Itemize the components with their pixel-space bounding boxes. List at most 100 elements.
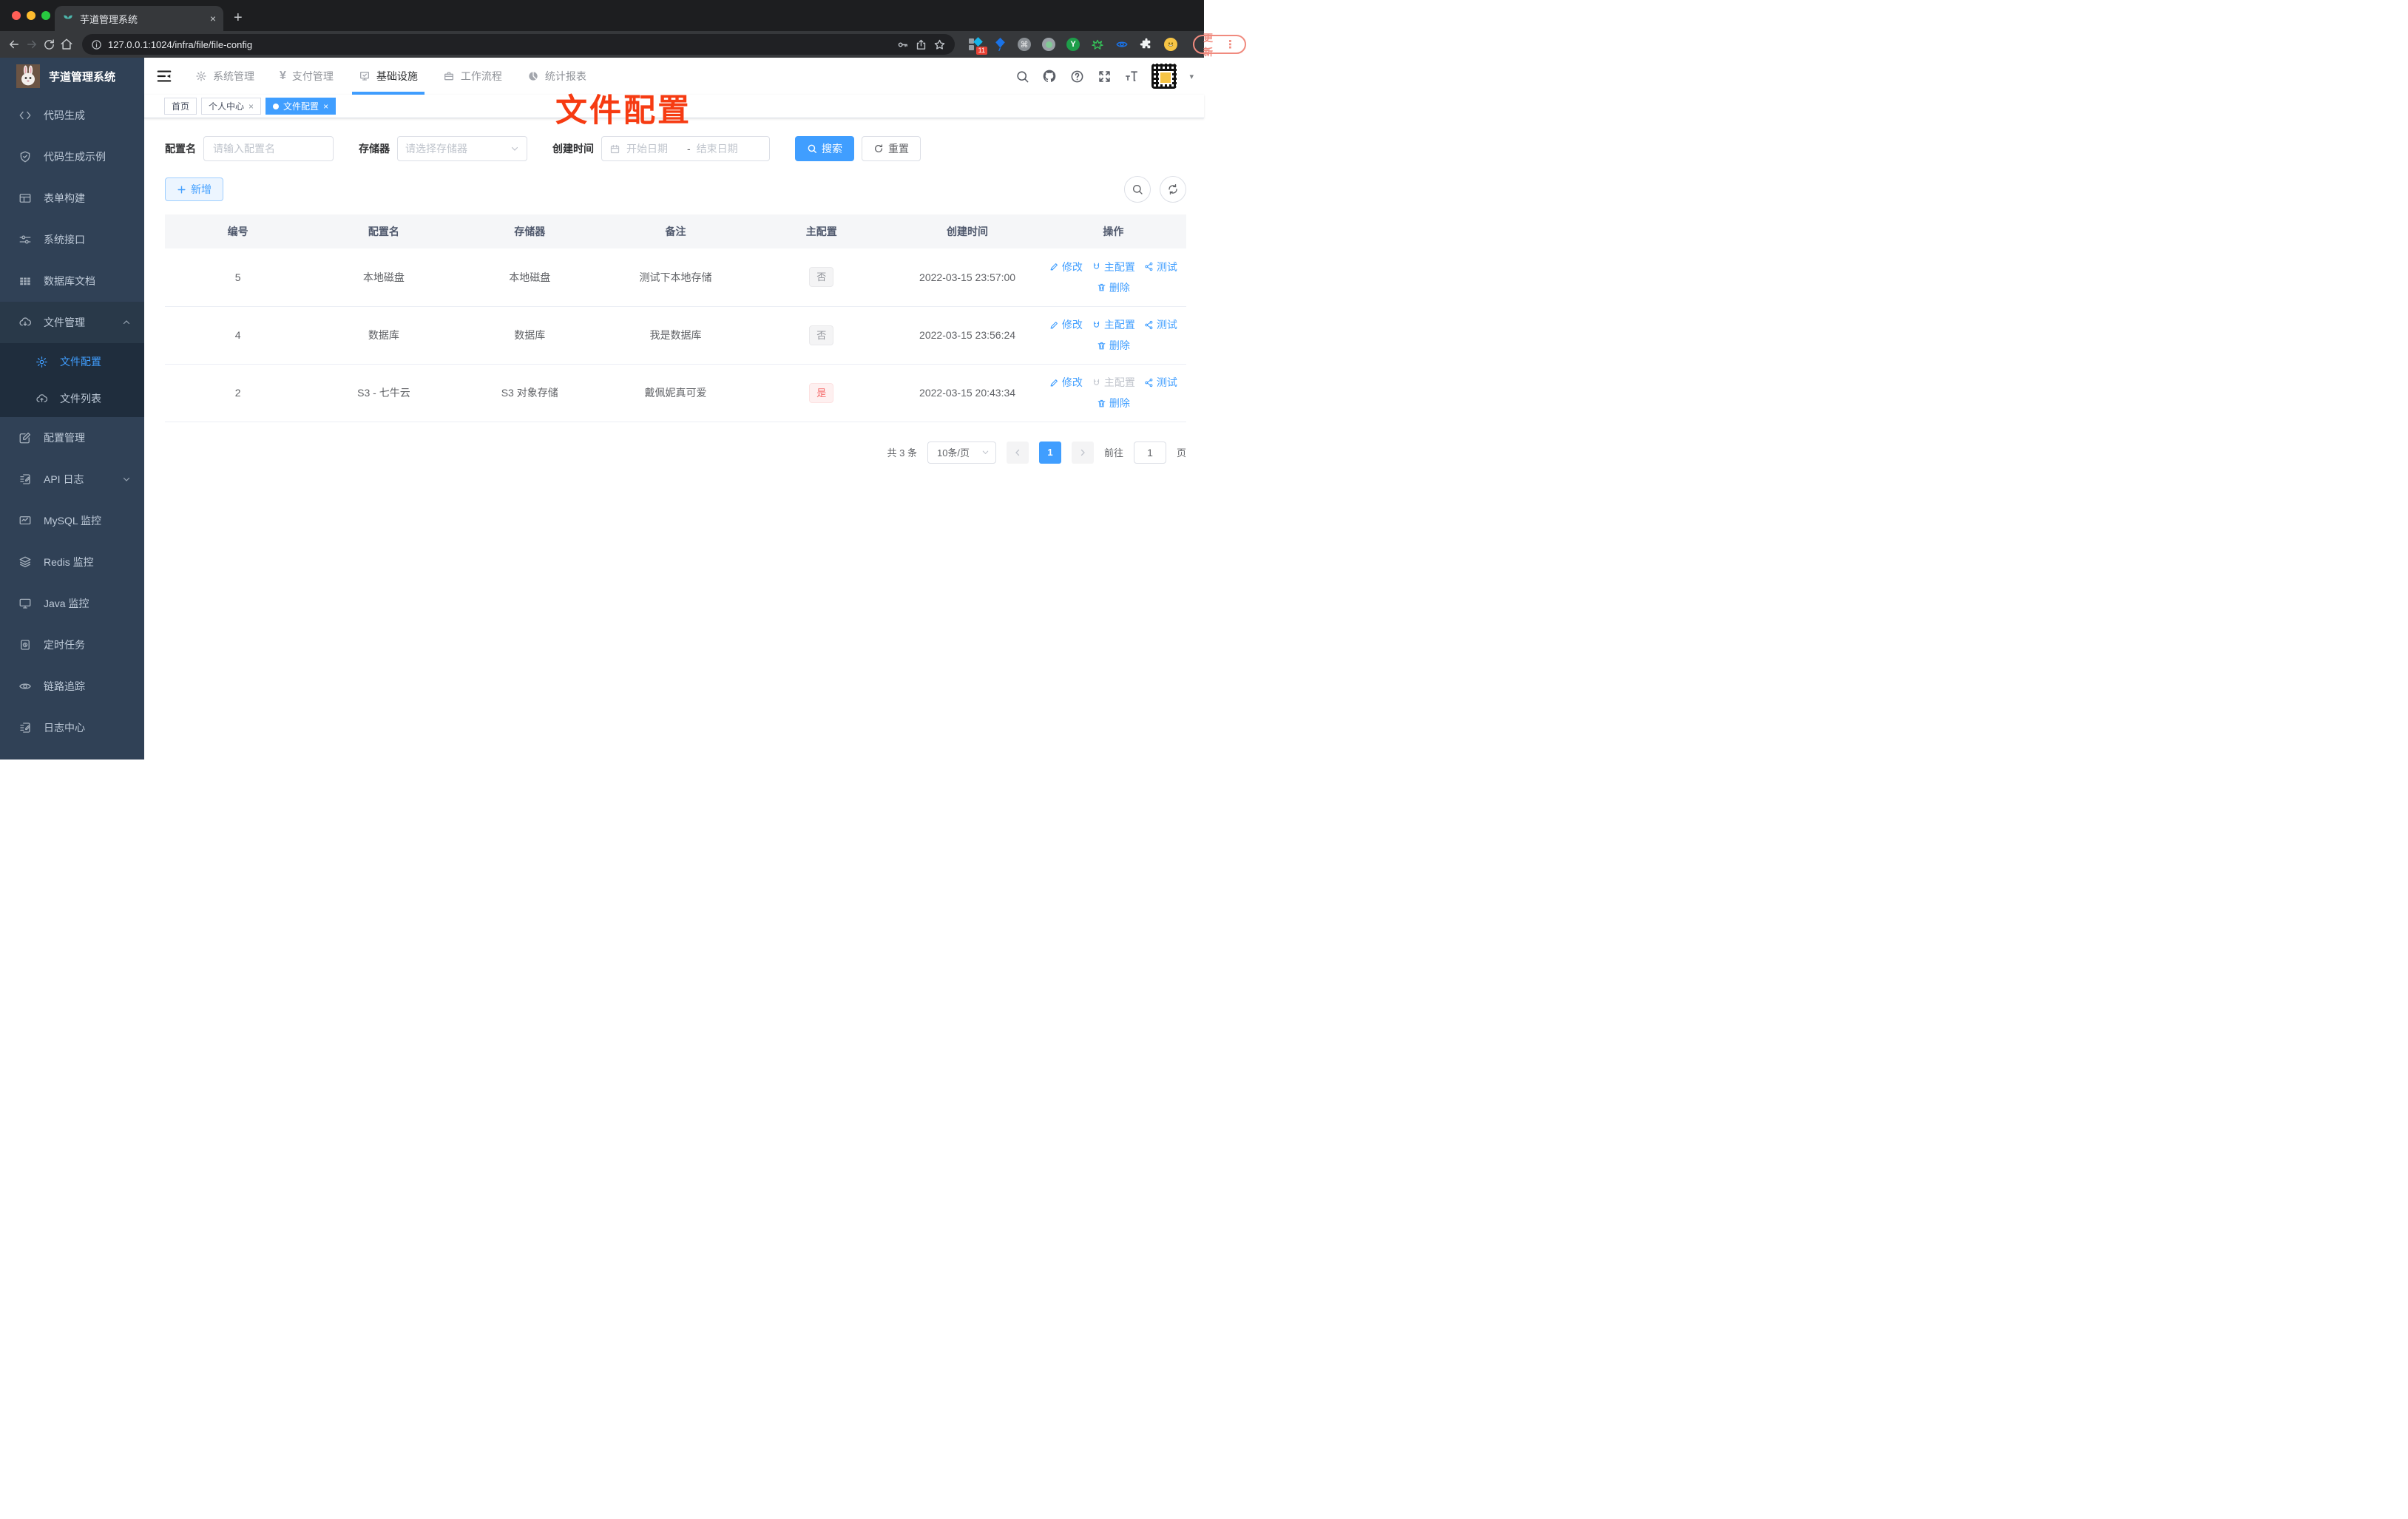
site-info-icon[interactable] — [91, 39, 102, 50]
app-title: 芋道管理系统 — [49, 70, 116, 84]
cloud-download-icon — [19, 317, 32, 326]
extensions-puzzle-icon[interactable] — [1139, 37, 1154, 52]
sidebar-item-file-management[interactable]: 文件管理 — [0, 302, 144, 343]
sidebar-item-file-config[interactable]: 文件配置 — [0, 343, 144, 380]
window-minimize-button[interactable] — [27, 11, 35, 20]
close-icon[interactable]: × — [323, 101, 328, 112]
delete-link[interactable]: 删除 — [1097, 338, 1130, 353]
extension-green-dot-icon[interactable] — [1041, 37, 1056, 52]
master-link[interactable]: 主配置 — [1092, 260, 1135, 274]
current-page-button[interactable]: 1 — [1038, 441, 1061, 464]
trash-icon — [1098, 342, 1106, 349]
date-start-input[interactable] — [626, 143, 681, 155]
date-range-picker[interactable]: - — [601, 136, 770, 161]
forward-icon[interactable] — [25, 35, 38, 54]
new-tab-button[interactable]: + — [234, 10, 243, 27]
logo-rabbit-avatar — [16, 64, 40, 88]
sidebar-item-api-log[interactable]: API 日志 — [0, 459, 144, 500]
cell-remark: 测试下本地存储 — [602, 248, 749, 307]
topnav-workflow[interactable]: 工作流程 — [430, 58, 515, 95]
extension-command-icon[interactable]: ⌘ — [1017, 37, 1032, 52]
tag-home[interactable]: 首页 — [164, 98, 197, 115]
extension-tiles-icon[interactable]: 11 — [968, 37, 987, 55]
url-text[interactable]: 127.0.0.1:1024/infra/file/file-config — [108, 39, 252, 50]
password-key-icon[interactable] — [896, 38, 909, 51]
extension-eye-icon[interactable] — [1115, 37, 1129, 52]
sidebar-item-java-monitor[interactable]: Java 监控 — [0, 583, 144, 624]
sidebar-item-form-builder[interactable]: 表单构建 — [0, 177, 144, 219]
delete-link[interactable]: 删除 — [1097, 396, 1130, 410]
sidebar-collapse-icon[interactable] — [156, 68, 172, 84]
toggle-search-button[interactable] — [1124, 176, 1151, 203]
test-link[interactable]: 测试 — [1144, 317, 1177, 332]
browser-update-button[interactable]: 更新 ⋮ — [1193, 33, 1247, 58]
window-close-button[interactable] — [12, 11, 21, 20]
url-bar[interactable]: 127.0.0.1:1024/infra/file/file-config — [82, 34, 955, 55]
chart-monitor-icon — [19, 516, 31, 525]
bookmark-star-icon[interactable] — [933, 38, 946, 51]
tag-file-config-active[interactable]: 文件配置 × — [266, 98, 336, 115]
fullscreen-icon[interactable] — [1097, 69, 1112, 84]
user-caret-down-icon[interactable]: ▾ — [1189, 72, 1194, 81]
timer-task-icon — [21, 640, 30, 650]
github-icon[interactable] — [1042, 69, 1057, 84]
goto-page-input[interactable] — [1133, 441, 1166, 464]
prev-page-button[interactable] — [1006, 441, 1029, 464]
close-icon[interactable]: × — [248, 101, 254, 112]
config-name-input[interactable] — [203, 136, 334, 161]
extension-y-icon[interactable]: Y — [1066, 37, 1080, 52]
cell-name: 数据库 — [311, 306, 457, 365]
extension-emoji-icon[interactable] — [1163, 37, 1178, 52]
extension-kite-icon[interactable] — [992, 37, 1007, 52]
test-link[interactable]: 测试 — [1144, 375, 1177, 390]
sidebar-item-scheduled-tasks[interactable]: 定时任务 — [0, 624, 144, 666]
window-controls[interactable] — [12, 11, 50, 20]
tab-close-icon[interactable]: × — [210, 13, 216, 24]
back-icon[interactable] — [7, 35, 21, 54]
sidebar-item-file-list[interactable]: 文件列表 — [0, 380, 144, 417]
topnav-infrastructure[interactable]: 基础设施 — [346, 58, 430, 95]
storage-select[interactable]: 请选择存储器 — [397, 136, 527, 161]
refresh-icon — [874, 144, 883, 153]
help-icon[interactable] — [1069, 69, 1084, 84]
sidebar-item-config-management[interactable]: 配置管理 — [0, 417, 144, 459]
extension-badge: 11 — [975, 47, 987, 55]
font-size-icon[interactable] — [1124, 69, 1139, 84]
sidebar-item-db-doc[interactable]: 数据库文档 — [0, 260, 144, 302]
edit-link[interactable]: 修改 — [1049, 260, 1083, 274]
test-link[interactable]: 测试 — [1144, 260, 1177, 274]
edit-link[interactable]: 修改 — [1049, 375, 1083, 390]
reset-button[interactable]: 重置 — [862, 136, 921, 161]
master-link[interactable]: 主配置 — [1092, 317, 1135, 332]
window-zoom-button[interactable] — [41, 11, 50, 20]
reload-icon[interactable] — [43, 35, 55, 54]
sidebar-item-code-demo[interactable]: 代码生成示例 — [0, 136, 144, 177]
sidebar-item-code-generation[interactable]: 代码生成 — [0, 95, 144, 136]
topnav-system-management[interactable]: 系统管理 — [183, 58, 267, 95]
refresh-table-button[interactable] — [1160, 176, 1186, 203]
config-name-label: 配置名 — [165, 143, 196, 155]
search-icon[interactable] — [1015, 69, 1029, 84]
extension-star-icon[interactable] — [1090, 37, 1105, 52]
topnav-payment-management[interactable]: ¥ 支付管理 — [267, 58, 346, 95]
delete-link[interactable]: 删除 — [1097, 280, 1130, 295]
page-size-select[interactable]: 10条/页 — [927, 441, 996, 464]
browser-menu-kebab-icon[interactable]: ⋮ — [1225, 38, 1236, 51]
user-avatar-qr[interactable] — [1151, 64, 1177, 89]
tag-profile[interactable]: 个人中心 × — [201, 98, 262, 115]
share-icon[interactable] — [915, 38, 927, 51]
browser-tab[interactable]: 芋道管理系统 × — [55, 6, 223, 31]
edit-link[interactable]: 修改 — [1049, 317, 1083, 332]
sidebar-item-mysql-monitor[interactable]: MySQL 监控 — [0, 500, 144, 541]
search-button[interactable]: 搜索 — [795, 136, 854, 161]
sidebar-item-trace[interactable]: 链路追踪 — [0, 666, 144, 707]
sidebar-item-log-center[interactable]: 日志中心 — [0, 707, 144, 748]
master-badge: 否 — [809, 267, 834, 288]
total-count: 共 3 条 — [887, 447, 917, 459]
add-button[interactable]: 新增 — [165, 177, 223, 201]
next-page-button[interactable] — [1071, 441, 1094, 464]
sidebar-item-redis-monitor[interactable]: Redis 监控 — [0, 541, 144, 583]
sidebar-item-system-api[interactable]: 系统接口 — [0, 219, 144, 260]
home-icon[interactable] — [60, 35, 73, 54]
date-end-input[interactable] — [696, 143, 751, 155]
